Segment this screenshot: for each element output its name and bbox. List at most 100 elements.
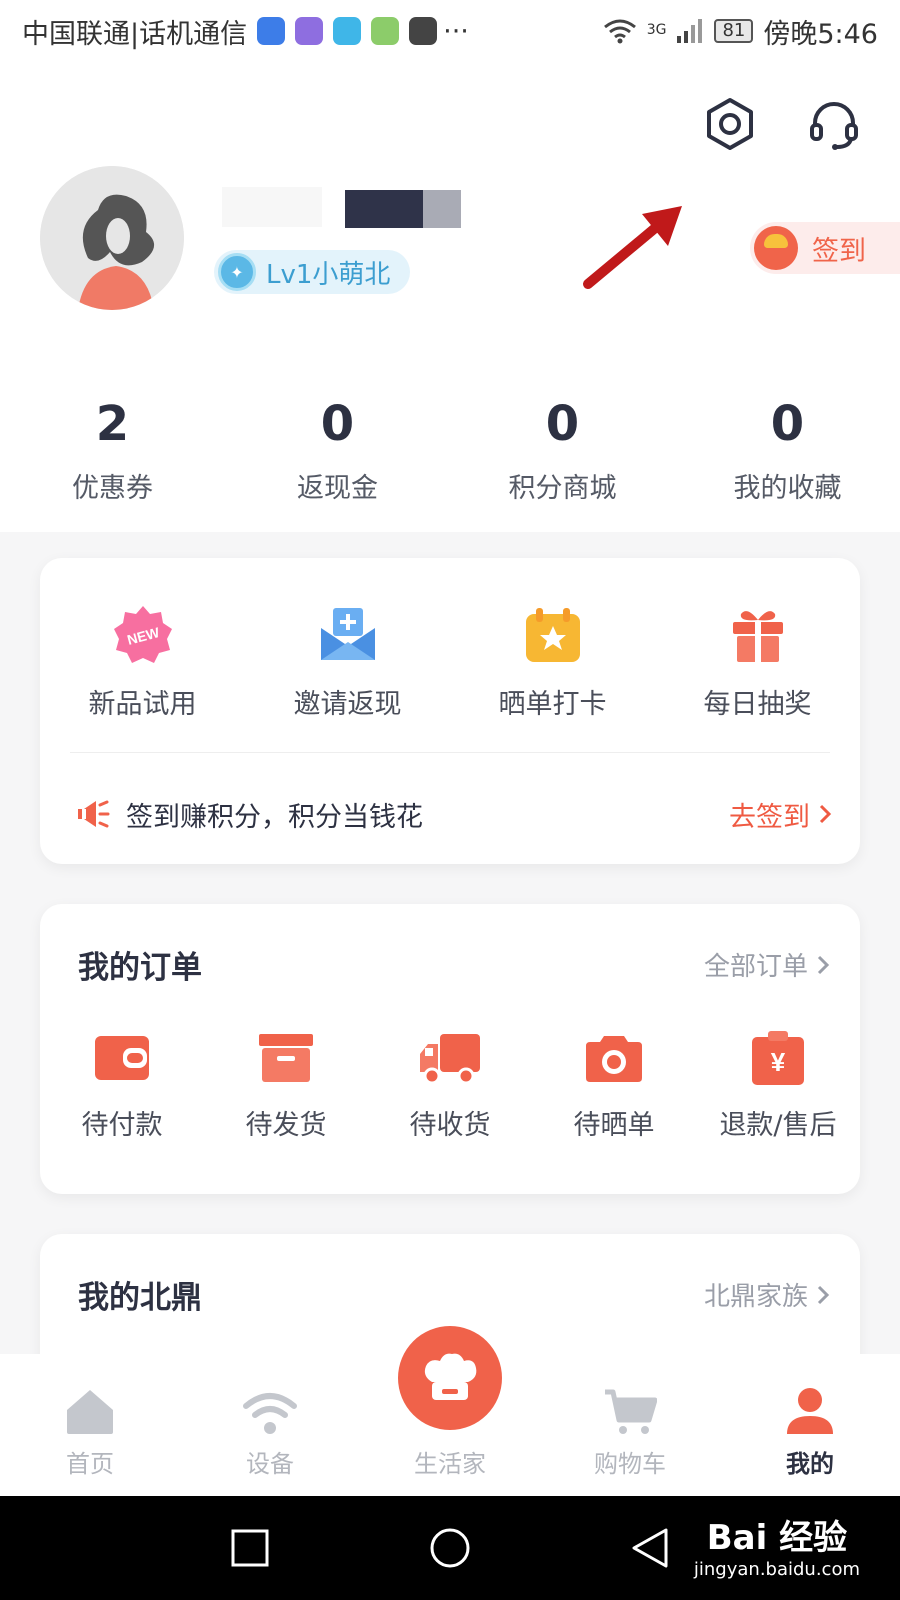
avatar[interactable]: [40, 166, 184, 310]
person-icon: [787, 1388, 833, 1434]
stat-label: 优惠券: [72, 473, 153, 504]
recent-apps-icon[interactable]: [230, 1528, 270, 1568]
gift-icon: [732, 611, 783, 662]
signin-button[interactable]: 签到: [750, 222, 900, 274]
bulb-app-icon: [257, 17, 286, 45]
profile-header: ✦ Lv1小萌北 签到 2 优惠券 0 返现金 0 积分商城 0 我的收藏: [0, 62, 900, 532]
calendar-star-icon: [525, 608, 580, 662]
order-pending-payment[interactable]: 待付款: [40, 1027, 204, 1142]
feature-label: 每日抽奖: [703, 689, 812, 720]
home-circle-icon[interactable]: [429, 1527, 471, 1569]
tab-devices[interactable]: 设备: [180, 1354, 360, 1496]
chevron-right-icon: [819, 804, 832, 824]
promo-text: 签到赚积分，积分当钱花: [126, 801, 423, 833]
stat-label: 返现金: [297, 473, 378, 504]
go-signin-link[interactable]: 去签到: [729, 795, 832, 834]
tab-label: 首页: [66, 1450, 114, 1478]
all-orders-link[interactable]: 全部订单: [704, 946, 830, 983]
order-label: 待晒单: [573, 1110, 655, 1141]
all-orders-label: 全部订单: [703, 952, 808, 982]
stat-label: 积分商城: [508, 473, 617, 504]
tab-label: 生活家: [414, 1450, 486, 1478]
headset-icon: [810, 102, 858, 150]
stat-coupons[interactable]: 2 优惠券: [0, 392, 225, 505]
stat-value: 0: [545, 396, 580, 452]
feature-invite-cashback[interactable]: 邀请返现: [245, 604, 450, 721]
stat-value: 0: [320, 396, 355, 452]
order-label: 退款/售后: [719, 1110, 837, 1141]
battery-indicator: 81: [714, 19, 754, 43]
feature-daily-lottery[interactable]: 每日抽奖: [655, 604, 860, 721]
order-label: 待发货: [245, 1110, 327, 1141]
status-bar: 中国联通|话机通信 ··· 3G 81 傍晚5:46: [0, 0, 900, 62]
carrier-label: 中国联通|话机通信: [22, 18, 248, 50]
coin-icon: [754, 226, 798, 270]
chevron-right-icon: [817, 1285, 830, 1304]
tab-home[interactable]: 首页: [0, 1354, 180, 1496]
stat-points-mall[interactable]: 0 积分商城: [450, 392, 675, 505]
tab-me[interactable]: 我的: [720, 1354, 900, 1496]
level-label: Lv1小萌北: [266, 259, 391, 290]
member-level-badge[interactable]: ✦ Lv1小萌北: [214, 250, 411, 294]
refund-clipboard-icon: ¥: [752, 1031, 804, 1085]
stats-row: 2 优惠券 0 返现金 0 积分商城 0 我的收藏: [0, 392, 900, 505]
order-refund-aftersale[interactable]: ¥ 退款/售后: [696, 1027, 860, 1142]
more-notifications: ···: [443, 15, 469, 47]
features-card: NEW 新品试用 邀请返现 晒单打卡 每日抽奖 签到赚积分，积分当钱花 去签到: [40, 558, 860, 864]
signin-promo-row[interactable]: 签到赚积分，积分当钱花 去签到: [76, 786, 832, 842]
stat-favorites[interactable]: 0 我的收藏: [675, 392, 900, 505]
beiding-family-link[interactable]: 北鼎家族: [704, 1276, 830, 1313]
annotation-arrow: [583, 206, 682, 289]
clock: 傍晚5:46: [763, 18, 878, 50]
username-redacted-2: [423, 190, 461, 228]
watermark-brand: Bai 经验: [706, 1518, 848, 1558]
envelope-plus-icon: [320, 608, 375, 660]
baidu-watermark: Bai 经验 jingyan.baidu.com: [694, 1510, 860, 1580]
wifi-icon: [243, 1393, 297, 1434]
svg-text:¥: ¥: [771, 1047, 786, 1077]
feature-checkin-share[interactable]: 晒单打卡: [450, 604, 655, 721]
cart-icon: [605, 1389, 657, 1434]
tab-label: 购物车: [594, 1450, 666, 1478]
lifestyle-center-button[interactable]: [398, 1326, 502, 1430]
orders-card: 我的订单 全部订单 待付款 待发货 待收货 待晒单 ¥ 退款/售后: [40, 904, 860, 1194]
compass-icon: ✦: [218, 253, 256, 291]
feature-label: 邀请返现: [293, 689, 402, 720]
order-pending-shipment[interactable]: 待发货: [204, 1027, 368, 1142]
leaf-app-icon: [371, 17, 400, 45]
tab-label: 我的: [786, 1450, 834, 1478]
feature-new-trial[interactable]: NEW 新品试用: [40, 604, 245, 721]
beiding-title: 我的北鼎: [78, 1280, 202, 1316]
feature-label: 晒单打卡: [498, 689, 607, 720]
stat-value: 2: [95, 396, 130, 452]
box-icon: [259, 1034, 313, 1082]
signal-icon: [677, 19, 703, 43]
chef-hat-icon: [424, 1353, 477, 1400]
order-pending-review[interactable]: 待晒单: [532, 1027, 696, 1142]
customer-service-button[interactable]: [804, 94, 864, 154]
chart-app-icon: [295, 17, 324, 45]
wallet-icon: [95, 1036, 149, 1080]
settings-button[interactable]: [700, 94, 760, 154]
go-signin-label: 去签到: [729, 801, 810, 833]
order-pending-receipt[interactable]: 待收货: [368, 1027, 532, 1142]
stat-value: 0: [770, 396, 805, 452]
feature-label: 新品试用: [88, 689, 197, 720]
wifi-icon: [603, 19, 636, 44]
stat-cashback[interactable]: 0 返现金: [225, 392, 450, 505]
truck-icon: [420, 1034, 480, 1084]
tab-cart[interactable]: 购物车: [540, 1354, 720, 1496]
huawei-app-icon: [409, 17, 438, 45]
chevron-right-icon: [817, 955, 830, 974]
shield-app-icon: [333, 17, 362, 45]
camera-icon: [586, 1036, 642, 1082]
order-label: 待收货: [409, 1110, 491, 1141]
avatar-illustration-icon: [40, 166, 184, 310]
tab-label: 设备: [246, 1450, 294, 1478]
back-triangle-icon[interactable]: [630, 1527, 670, 1569]
network-type: 3G: [646, 21, 667, 38]
gear-icon: [707, 98, 753, 150]
home-icon: [67, 1390, 113, 1434]
order-label: 待付款: [81, 1110, 163, 1141]
orders-title: 我的订单: [78, 950, 202, 986]
